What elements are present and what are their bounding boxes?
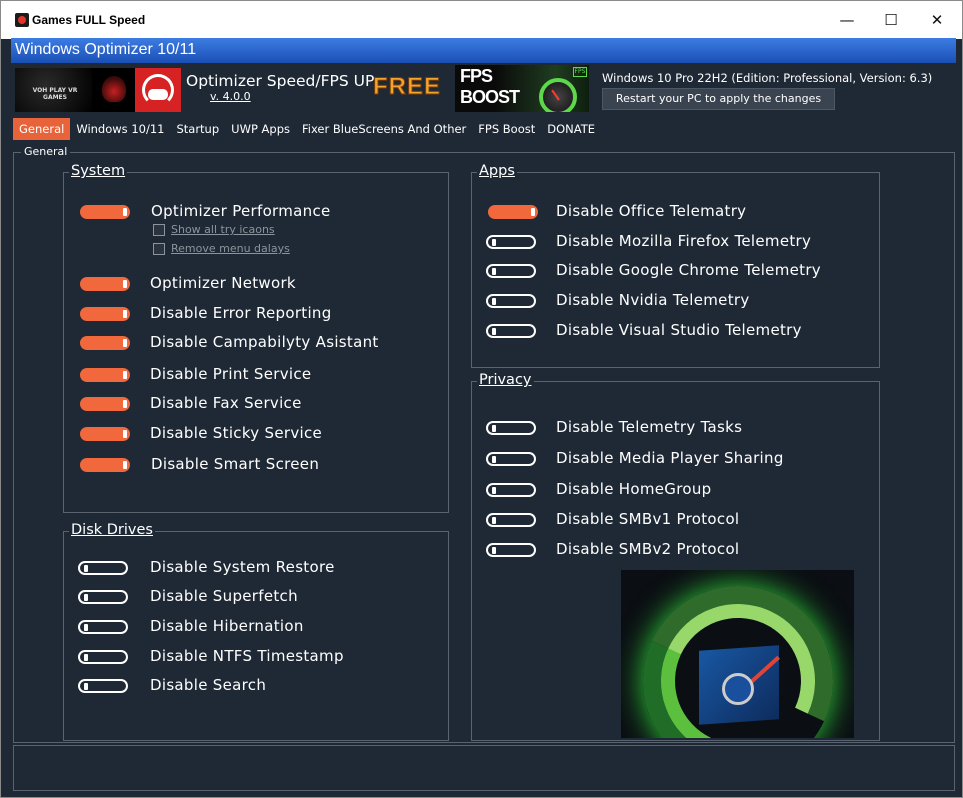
toggle-office-telemetry[interactable] bbox=[488, 205, 538, 219]
superfetch-label: Disable Superfetch bbox=[150, 587, 298, 605]
restart-button[interactable]: Restart your PC to apply the changes bbox=[602, 88, 835, 110]
toggle-optimizer-performance[interactable] bbox=[80, 205, 130, 219]
smbv2-label: Disable SMBv2 Protocol bbox=[556, 540, 740, 558]
optimizer-network-label: Optimizer Network bbox=[150, 274, 296, 292]
tab-fps-boost[interactable]: FPS Boost bbox=[472, 118, 541, 140]
toggle-firefox-telemetry[interactable] bbox=[486, 235, 536, 249]
media-player-sharing-label: Disable Media Player Sharing bbox=[556, 449, 784, 467]
nvidia-telemetry-label: Disable Nvidia Telemetry bbox=[556, 291, 750, 309]
toggle-superfetch[interactable] bbox=[78, 590, 128, 604]
page-label: General bbox=[21, 145, 71, 158]
app-logo-icon bbox=[15, 13, 29, 27]
toggle-smbv2[interactable] bbox=[486, 543, 536, 557]
tab-bar: General Windows 10/11 Startup UWP Apps F… bbox=[13, 118, 601, 140]
visual-studio-telemetry-label: Disable Visual Studio Telemetry bbox=[556, 321, 802, 339]
error-reporting-label: Disable Error Reporting bbox=[150, 304, 332, 322]
toggle-homegroup[interactable] bbox=[486, 483, 536, 497]
office-telemetry-label: Disable Office Telematry bbox=[556, 202, 747, 220]
banner-title: Windows Optimizer 10/11 bbox=[15, 41, 197, 58]
tab-fixer[interactable]: Fixer BlueScreens And Other bbox=[296, 118, 472, 140]
wolf-logo-icon[interactable] bbox=[92, 68, 135, 112]
search-label: Disable Search bbox=[150, 676, 267, 694]
system-group-title: System bbox=[69, 163, 128, 179]
gamepad-speed-icon[interactable] bbox=[135, 68, 181, 112]
fps-tag: FPS bbox=[573, 67, 587, 77]
telemetry-tasks-label: Disable Telemetry Tasks bbox=[556, 418, 743, 436]
vr-games-logo[interactable]: VOH PLAY VR GAMES bbox=[15, 68, 92, 112]
minimize-button[interactable]: — bbox=[824, 7, 870, 33]
toggle-smart-screen[interactable] bbox=[80, 458, 130, 472]
fps-boost-banner[interactable]: FPS BOOST FPS bbox=[455, 65, 589, 112]
remove-menu-delays-label[interactable]: Remove menu dalays bbox=[171, 242, 290, 255]
smbv1-label: Disable SMBv1 Protocol bbox=[556, 510, 740, 528]
window-title: Games FULL Speed bbox=[32, 13, 146, 27]
optimizer-performance-label: Optimizer Performance bbox=[151, 202, 331, 220]
toggle-media-player-sharing[interactable] bbox=[486, 452, 536, 466]
toggle-smbv1[interactable] bbox=[486, 513, 536, 527]
fps-boost-line2: BOOST bbox=[460, 87, 520, 107]
apps-group-title: Apps bbox=[477, 163, 517, 179]
version-link[interactable]: v. 4.0.0 bbox=[210, 90, 251, 103]
free-label: FREE bbox=[372, 73, 442, 101]
toggle-telemetry-tasks[interactable] bbox=[486, 421, 536, 435]
toggle-chrome-telemetry[interactable] bbox=[486, 264, 536, 278]
tab-donate[interactable]: DONATE bbox=[541, 118, 601, 140]
show-tray-icons-checkbox[interactable] bbox=[153, 224, 165, 236]
close-button[interactable]: ✕ bbox=[914, 7, 960, 33]
os-info: Windows 10 Pro 22H2 (Edition: Profession… bbox=[602, 71, 933, 85]
toggle-optimizer-network[interactable] bbox=[80, 277, 130, 291]
tab-uwp-apps[interactable]: UWP Apps bbox=[225, 118, 296, 140]
privacy-group-title: Privacy bbox=[477, 372, 534, 388]
toggle-ntfs-timestamp[interactable] bbox=[78, 650, 128, 664]
show-tray-icons-label[interactable]: Show all try icaons bbox=[171, 223, 275, 236]
toggle-nvidia-telemetry[interactable] bbox=[486, 294, 536, 308]
toggle-system-restore[interactable] bbox=[78, 561, 128, 575]
vr-games-logo-text: VOH PLAY VR GAMES bbox=[32, 87, 78, 101]
toggle-visual-studio-telemetry[interactable] bbox=[486, 324, 536, 338]
app-window: Games FULL Speed — ☐ ✕ Windows Optimizer… bbox=[0, 0, 963, 798]
hibernation-label: Disable Hibernation bbox=[150, 617, 304, 635]
ntfs-timestamp-label: Disable NTFS Timestamp bbox=[150, 647, 344, 665]
tab-startup[interactable]: Startup bbox=[170, 118, 225, 140]
tab-general[interactable]: General bbox=[13, 118, 71, 140]
speedometer-icon bbox=[621, 570, 854, 738]
homegroup-label: Disable HomeGroup bbox=[556, 480, 712, 498]
tab-windows[interactable]: Windows 10/11 bbox=[70, 118, 170, 140]
chrome-telemetry-label: Disable Google Chrome Telemetry bbox=[556, 261, 821, 279]
system-restore-label: Disable System Restore bbox=[150, 558, 335, 576]
print-service-label: Disable Print Service bbox=[150, 365, 312, 383]
firefox-telemetry-label: Disable Mozilla Firefox Telemetry bbox=[556, 232, 812, 250]
fax-service-label: Disable Fax Service bbox=[150, 394, 302, 412]
smart-screen-label: Disable Smart Screen bbox=[151, 455, 320, 473]
toggle-hibernation[interactable] bbox=[78, 620, 128, 634]
title-bar[interactable]: Games FULL Speed — ☐ ✕ bbox=[1, 1, 962, 39]
toggle-error-reporting[interactable] bbox=[80, 307, 130, 321]
maximize-button[interactable]: ☐ bbox=[868, 7, 914, 33]
product-title: Optimizer Speed/FPS UP bbox=[186, 72, 375, 90]
header-banner: Windows Optimizer 10/11 bbox=[11, 38, 956, 63]
toggle-compatibility-assistant[interactable] bbox=[80, 336, 130, 350]
remove-menu-delays-checkbox[interactable] bbox=[153, 243, 165, 255]
gauge-icon bbox=[539, 78, 577, 112]
fps-boost-line1: FPS bbox=[460, 66, 493, 86]
toggle-search[interactable] bbox=[78, 679, 128, 693]
toggle-fax-service[interactable] bbox=[80, 397, 130, 411]
status-bar bbox=[13, 745, 955, 791]
logo-strip: VOH PLAY VR GAMES bbox=[15, 68, 181, 112]
sticky-service-label: Disable Sticky Service bbox=[150, 424, 323, 442]
disk-drives-group-title: Disk Drives bbox=[69, 522, 155, 538]
toggle-sticky-service[interactable] bbox=[80, 427, 130, 441]
toggle-print-service[interactable] bbox=[80, 368, 130, 382]
compatibility-assistant-label: Disable Campabilyty Asistant bbox=[150, 333, 379, 351]
